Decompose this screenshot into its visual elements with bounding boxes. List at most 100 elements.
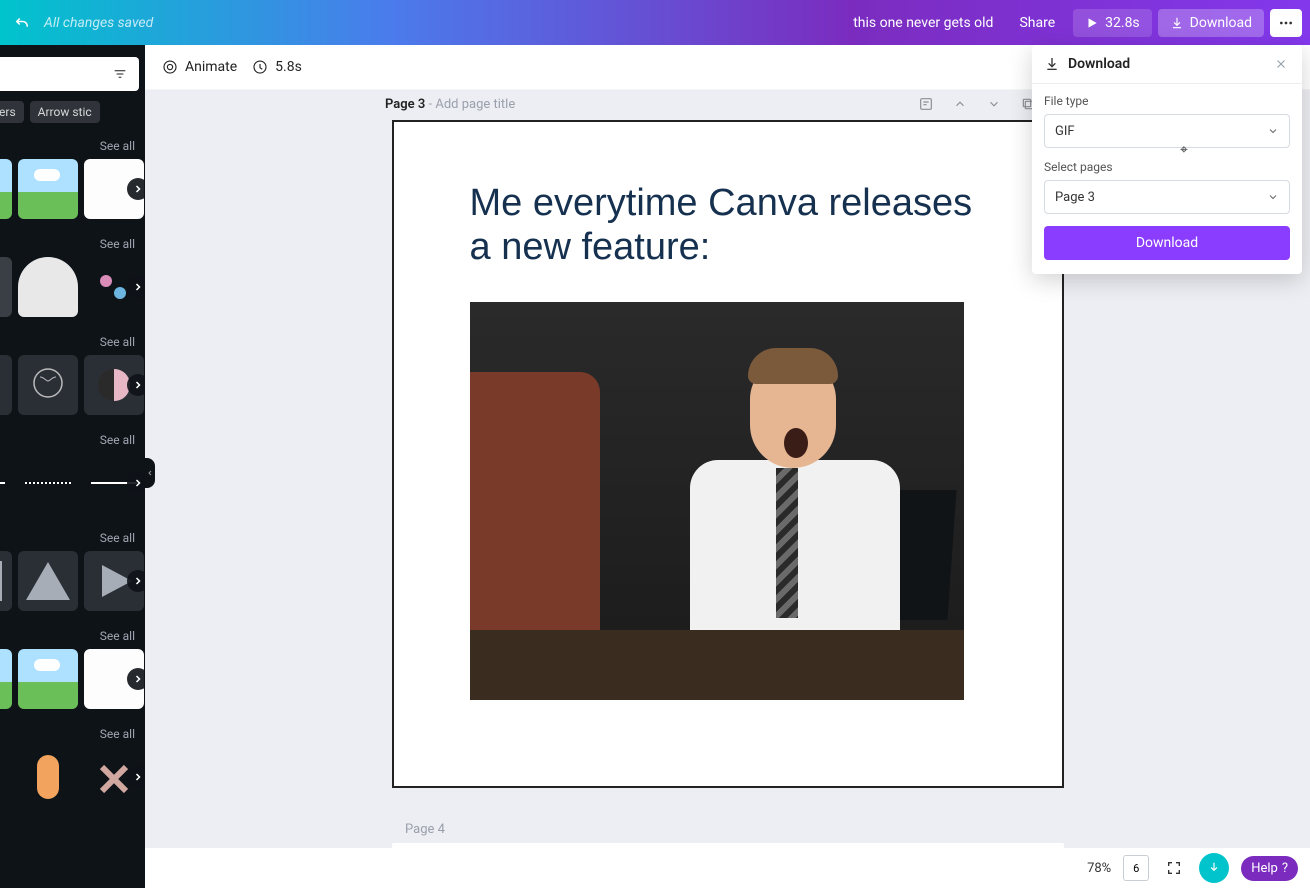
element-thumb[interactable] [0,355,12,415]
scroll-next-button[interactable] [127,766,145,788]
bottom-bar: 78% 6 Help? [145,848,1310,888]
scroll-next-button[interactable] [127,472,145,494]
move-up-icon[interactable] [952,96,968,112]
close-icon[interactable] [1272,55,1290,73]
element-thumb[interactable] [18,355,78,415]
filter-icon[interactable] [109,63,131,85]
select-pages-select[interactable]: Page 3 [1044,180,1290,214]
canvas-image[interactable] [470,302,964,700]
duration-button[interactable]: 5.8s [251,58,302,76]
file-type-label: File type [1044,94,1290,108]
scroll-next-button[interactable] [127,374,145,396]
element-thumb[interactable] [0,551,12,611]
page-count-button[interactable]: 6 [1123,855,1149,881]
document-title-input[interactable] [781,11,1001,35]
element-thumb[interactable] [0,649,12,709]
download-panel: Download File type GIF Select pages Page… [1032,45,1302,274]
element-thumb[interactable] [18,159,78,219]
animate-button[interactable]: Animate [161,58,237,76]
element-thumb[interactable] [18,257,78,317]
sidebar-section: See all [0,427,145,525]
element-thumb[interactable] [0,453,12,513]
chip[interactable]: d stickers [0,101,24,123]
download-icon [1170,16,1184,30]
see-all-link[interactable]: See all [100,139,135,153]
canvas-text[interactable]: Me everytime Canva releases a new featur… [470,182,990,269]
chevron-down-icon [1267,125,1279,137]
chip[interactable]: Arrow stic [30,101,100,123]
share-label: Share [1019,15,1055,31]
dots-icon [1278,15,1294,31]
move-down-icon[interactable] [986,96,1002,112]
zoom-level[interactable]: 78% [1087,861,1111,876]
keyword-chips: d stickers Arrow stic [0,101,145,133]
select-pages-label: Select pages [1044,160,1290,174]
help-icon: ? [1282,861,1288,876]
thumb-row [0,453,139,513]
download-panel-title: Download [1068,56,1130,72]
animate-icon [161,58,179,76]
sidebar-section: See all [0,623,145,721]
fullscreen-icon[interactable] [1161,855,1187,881]
element-thumb[interactable] [18,747,78,807]
element-thumb[interactable] [18,453,78,513]
thumb-row [0,747,139,807]
sidebar-section: See all [0,133,145,231]
page-number: Page 3 [385,97,425,112]
sidebar-section: See all [0,721,145,819]
help-button[interactable]: Help? [1241,856,1298,881]
see-all-link[interactable]: See all [100,237,135,251]
element-thumb[interactable] [0,747,12,807]
select-pages-value: Page 3 [1055,190,1095,205]
more-menu-button[interactable] [1270,9,1302,37]
top-toolbar: All changes saved Share 32.8s Download [0,0,1310,45]
elements-sidebar: d stickers Arrow stic See all See all Se… [0,45,145,888]
save-status: All changes saved [44,15,153,31]
sidebar-section: See all [0,525,145,623]
page-count-value: 6 [1133,862,1139,875]
thumb-row [0,649,139,709]
play-icon [1085,16,1099,30]
element-thumb[interactable] [18,649,78,709]
undo-button[interactable] [8,9,36,37]
file-type-value: GIF [1055,124,1075,139]
element-thumb[interactable] [0,159,12,219]
element-thumb[interactable] [0,257,12,317]
play-duration: 32.8s [1105,15,1140,31]
download-icon [1044,56,1060,72]
see-all-link[interactable]: See all [100,433,135,447]
scroll-next-button[interactable] [127,570,145,592]
see-all-link[interactable]: See all [100,335,135,349]
share-button[interactable]: Share [1007,9,1067,37]
notes-icon[interactable] [918,96,934,112]
thumb-row [0,257,139,317]
page-canvas[interactable]: Me everytime Canva releases a new featur… [392,120,1064,788]
download-confirm-label: Download [1136,235,1198,251]
scroll-next-button[interactable] [127,276,145,298]
collapse-sidebar-button[interactable] [145,458,155,488]
page-title-placeholder: - Add page title [425,97,515,112]
download-button[interactable]: Download [1158,9,1264,37]
element-thumb[interactable] [18,551,78,611]
see-all-link[interactable]: See all [100,727,135,741]
scroll-next-button[interactable] [127,668,145,690]
thumb-row [0,355,139,415]
download-confirm-button[interactable]: Download [1044,226,1290,260]
chevron-down-icon [1267,191,1279,203]
page4-label[interactable]: Page 4 [145,816,1310,841]
present-round-button[interactable] [1199,853,1229,883]
download-panel-header: Download [1032,45,1302,84]
page-title[interactable]: Page 3 - Add page title [385,97,515,112]
file-type-select[interactable]: GIF [1044,114,1290,148]
present-button[interactable]: 32.8s [1073,9,1152,37]
thumb-row [0,159,139,219]
clip-duration: 5.8s [275,59,302,75]
see-all-link[interactable]: See all [100,629,135,643]
search-input[interactable] [0,67,109,82]
sidebar-section: See all [0,231,145,329]
animate-label: Animate [185,59,237,75]
scroll-next-button[interactable] [127,178,145,200]
search-field[interactable] [0,57,139,91]
see-all-link[interactable]: See all [100,531,135,545]
download-label: Download [1190,15,1252,31]
